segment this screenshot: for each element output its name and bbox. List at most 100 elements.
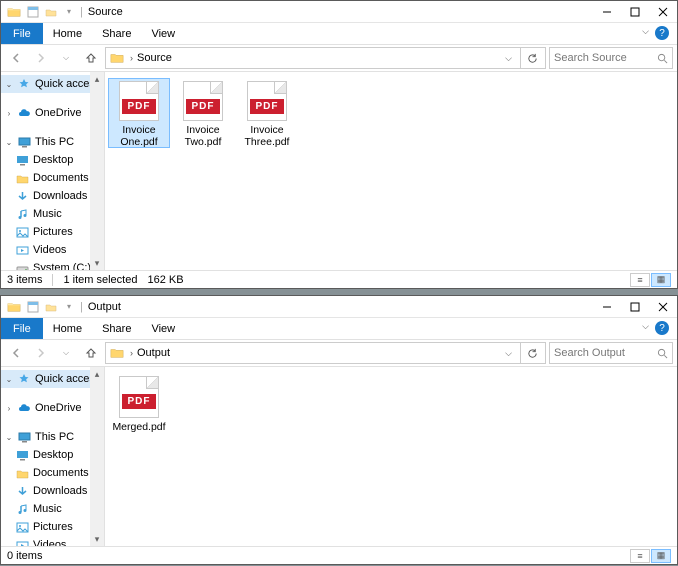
minimize-button[interactable] [593,1,621,23]
sidebar-scrollbar[interactable]: ▴ ▾ [90,72,104,270]
file-pane[interactable]: PDFMerged.pdf [105,367,677,546]
sidebar-scrollbar[interactable]: ▴ ▾ [90,367,104,546]
search-input[interactable]: Search Source [549,47,673,69]
file-tile[interactable]: PDFInvoice Three.pdf [236,78,298,148]
address-dropdown-icon[interactable]: ⌵ [501,348,516,359]
sidebar-item-quick-access[interactable]: ⌄ Quick access [1,75,104,93]
sidebar-item-label: Documents [33,172,89,184]
file-tile[interactable]: PDFInvoice One.pdf [108,78,170,148]
view-details-button[interactable]: ≡ [630,273,650,287]
sidebar-item-label: Pictures [33,521,73,533]
cloud-icon [17,106,31,120]
pics-icon [15,520,29,534]
nav-recent-dropdown[interactable]: ⌵ [55,47,77,69]
tab-view[interactable]: View [141,318,185,339]
close-button[interactable] [649,296,677,318]
tab-file[interactable]: File [1,318,43,339]
refresh-button[interactable] [520,48,544,68]
close-button[interactable] [649,1,677,23]
scroll-down-icon[interactable]: ▾ [90,532,104,546]
help-icon[interactable]: ? [655,26,669,40]
maximize-button[interactable] [621,296,649,318]
tab-home[interactable]: Home [43,318,92,339]
sidebar-item-this-pc[interactable]: ⌄ This PC [1,133,104,151]
breadcrumb[interactable]: Output [137,347,170,359]
sidebar-item-videos[interactable]: Videos [1,536,104,546]
music-icon [15,207,29,221]
search-input[interactable]: Search Output [549,342,673,364]
nav-up-button[interactable] [80,342,102,364]
sidebar-item-label: Music [33,503,62,515]
sidebar-item-system-c-[interactable]: System (C:) [1,259,104,270]
qat-dropdown-icon[interactable]: ▾ [61,4,77,20]
status-bar: 0 items ≡ ▦ [1,546,677,564]
tab-view[interactable]: View [141,23,185,44]
tab-share[interactable]: Share [92,318,141,339]
sidebar-item-pictures[interactable]: Pictures [1,223,104,241]
titlebar-separator: | [77,6,86,18]
view-icons-button[interactable]: ▦ [651,273,671,287]
titlebar[interactable]: ▾ | Output [1,296,677,318]
pdf-file-icon: PDF [183,81,223,121]
address-bar-row: ⌵ › Output ⌵ Search Output [1,340,677,367]
sidebar-item-onedrive[interactable]: › OneDrive [1,104,104,122]
pc-icon [17,135,31,149]
qat-properties-icon[interactable] [25,299,41,315]
refresh-button[interactable] [520,343,544,363]
view-icons-button[interactable]: ▦ [651,549,671,563]
sidebar-item-desktop[interactable]: Desktop [1,151,104,169]
address-dropdown-icon[interactable]: ⌵ [501,53,516,64]
navigation-pane: ⌄ Quick access › OneDrive ⌄ This PC Desk… [1,72,105,270]
qat-newfolder-icon[interactable] [43,299,59,315]
breadcrumb-chevron-icon[interactable]: › [130,348,133,358]
nav-up-button[interactable] [80,47,102,69]
titlebar[interactable]: ▾ | Source [1,1,677,23]
breadcrumb-chevron-icon[interactable]: › [130,53,133,63]
help-icon[interactable]: ? [655,321,669,335]
qat-newfolder-icon[interactable] [43,4,59,20]
sidebar-item-desktop[interactable]: Desktop [1,446,104,464]
folder-icon [107,47,126,69]
sidebar-item-music[interactable]: Music [1,205,104,223]
nav-recent-dropdown[interactable]: ⌵ [55,342,77,364]
qat-dropdown-icon[interactable]: ▾ [61,299,77,315]
minimize-button[interactable] [593,296,621,318]
breadcrumb[interactable]: Source [137,52,172,64]
sidebar-item-label: Desktop [33,449,73,461]
sidebar-item-label: This PC [35,136,74,148]
nav-back-button[interactable] [5,47,27,69]
sidebar-item-videos[interactable]: Videos [1,241,104,259]
ribbon-expand-icon[interactable]: ⌵ [642,26,649,37]
window-title: Source [86,6,123,18]
nav-forward-button[interactable] [30,47,52,69]
sidebar-item-this-pc[interactable]: ⌄ This PC [1,428,104,446]
scroll-up-icon[interactable]: ▴ [90,72,104,86]
sidebar-item-downloads[interactable]: Downloads [1,482,104,500]
sidebar-item-downloads[interactable]: Downloads [1,187,104,205]
ribbon-expand-icon[interactable]: ⌵ [642,321,649,332]
navigation-pane: ⌄ Quick access › OneDrive ⌄ This PC Desk… [1,367,105,546]
maximize-button[interactable] [621,1,649,23]
sidebar-item-pictures[interactable]: Pictures [1,518,104,536]
file-tile[interactable]: PDFInvoice Two.pdf [172,78,234,148]
tab-home[interactable]: Home [43,23,92,44]
nav-forward-button[interactable] [30,342,52,364]
sidebar-item-label: Documents [33,467,89,479]
address-bar[interactable]: › Output ⌵ [105,342,546,364]
sidebar-item-onedrive[interactable]: › OneDrive [1,399,104,417]
view-details-button[interactable]: ≡ [630,549,650,563]
qat-properties-icon[interactable] [25,4,41,20]
address-bar[interactable]: › Source ⌵ [105,47,546,69]
sidebar-item-music[interactable]: Music [1,500,104,518]
sidebar-item-documents[interactable]: Documents [1,464,104,482]
scroll-down-icon[interactable]: ▾ [90,256,104,270]
sidebar-item-documents[interactable]: Documents [1,169,104,187]
sidebar-item-quick-access[interactable]: ⌄ Quick access [1,370,104,388]
scroll-up-icon[interactable]: ▴ [90,367,104,381]
tab-share[interactable]: Share [92,23,141,44]
nav-back-button[interactable] [5,342,27,364]
status-item-count: 3 items [7,274,42,286]
file-tile[interactable]: PDFMerged.pdf [108,373,170,443]
tab-file[interactable]: File [1,23,43,44]
file-pane[interactable]: PDFInvoice One.pdfPDFInvoice Two.pdfPDFI… [105,72,677,270]
